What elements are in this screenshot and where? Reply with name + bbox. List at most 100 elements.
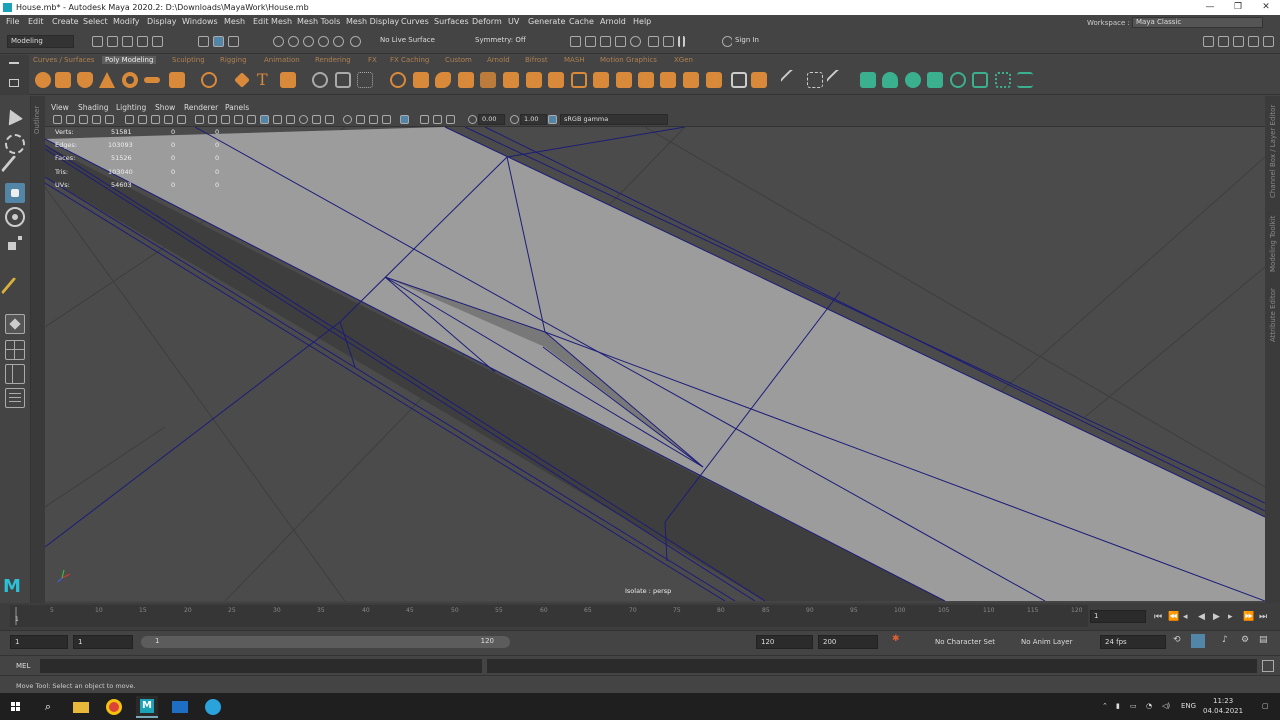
shelf-tab-arnold[interactable]: Arnold [487, 56, 510, 64]
modeling-toolkit-tab[interactable]: Modeling Toolkit [1269, 216, 1277, 272]
uv-sew-icon[interactable] [1017, 72, 1033, 88]
shelf-tabs-icon[interactable] [9, 79, 19, 87]
hud-toggle-icon[interactable] [433, 115, 442, 124]
bevel-icon[interactable] [548, 72, 564, 88]
panel-menu-panels[interactable]: Panels [225, 103, 249, 112]
tray-time[interactable]: 11:23 [1213, 697, 1233, 705]
panel-menu-lighting[interactable]: Lighting [116, 103, 146, 112]
exposure-field[interactable]: 0.00 [478, 114, 505, 125]
shelf-tab-rigging[interactable]: Rigging [220, 56, 247, 64]
undo-icon[interactable] [137, 36, 148, 47]
tray-language[interactable]: ENG [1181, 702, 1196, 710]
platonic-solid-icon[interactable] [201, 72, 217, 88]
current-frame-field[interactable]: 1 [1090, 610, 1146, 623]
pause-icon[interactable] [678, 36, 685, 47]
attribute-editor-tab[interactable]: Attribute Editor [1269, 288, 1277, 342]
view-transform-dropdown[interactable]: sRGB gamma [560, 114, 668, 125]
field-chart-icon[interactable] [177, 115, 186, 124]
menu-file[interactable]: File [6, 17, 19, 26]
shelf-tab-animation[interactable]: Animation [264, 56, 300, 64]
depth-of-field-icon[interactable] [343, 115, 352, 124]
xray-joints-icon[interactable] [400, 115, 409, 124]
film-gate-icon[interactable] [138, 115, 147, 124]
render-frame-icon[interactable] [585, 36, 596, 47]
shadows-icon[interactable] [286, 115, 295, 124]
save-scene-icon[interactable] [122, 36, 133, 47]
make-hole-icon[interactable] [616, 72, 632, 88]
separate-icon[interactable] [413, 72, 429, 88]
menu-modify[interactable]: Modify [113, 17, 140, 26]
notification-center-icon[interactable]: ▢ [1262, 702, 1269, 710]
last-tool-icon[interactable] [0, 276, 30, 306]
minimize-button[interactable]: — [1196, 0, 1224, 15]
menu-deform[interactable]: Deform [472, 17, 502, 26]
poly-cube-icon[interactable] [55, 72, 71, 88]
panel-menu-renderer[interactable]: Renderer [184, 103, 218, 112]
uv-cylindrical-icon[interactable] [882, 72, 898, 88]
tray-show-hidden-icon[interactable]: ⌃ [1102, 702, 1108, 710]
backface-culling-icon[interactable] [420, 115, 429, 124]
play-backwards-button[interactable]: ◀ [1198, 612, 1205, 622]
uv-planar-icon[interactable] [860, 72, 876, 88]
mel-label[interactable]: MEL [16, 662, 30, 670]
viewport-2-icon[interactable] [446, 115, 455, 124]
play-forwards-button[interactable]: ▶ [1213, 612, 1220, 622]
channel-box-tab[interactable]: Channel Box / Layer Editor [1269, 105, 1277, 198]
go-to-end-button[interactable]: ⏭ [1259, 612, 1267, 622]
telegram-icon[interactable] [202, 696, 224, 718]
shelf-options[interactable] [0, 55, 29, 95]
new-scene-icon[interactable] [92, 36, 103, 47]
menu-windows[interactable]: Windows [182, 17, 218, 26]
panel-menu-show[interactable]: Show [155, 103, 175, 112]
uv-layout-icon[interactable] [972, 72, 988, 88]
menu-curves[interactable]: Curves [401, 17, 429, 26]
perspective-viewport[interactable] [45, 127, 1265, 601]
use-all-lights-icon[interactable] [273, 115, 282, 124]
menu-edit[interactable]: Edit [28, 17, 44, 26]
menu-select[interactable]: Select [83, 17, 108, 26]
select-tool-icon[interactable] [2, 106, 24, 126]
combine-icon[interactable] [390, 72, 406, 88]
motion-blur-icon[interactable] [312, 115, 321, 124]
select-object-icon[interactable] [213, 36, 224, 47]
shelf-tab-poly-modeling[interactable]: Poly Modeling [102, 56, 157, 64]
poly-torus-icon[interactable] [122, 72, 138, 88]
animation-preferences-icon[interactable]: ⚙ [1241, 635, 1249, 645]
grid-toggle-icon[interactable] [125, 115, 134, 124]
tray-date[interactable]: 04.04.2021 [1203, 707, 1243, 715]
anim-layer-dropdown[interactable]: No Anim Layer [1021, 638, 1072, 646]
bookmarks-icon[interactable] [66, 115, 75, 124]
grease-pencil-icon[interactable] [105, 115, 114, 124]
xray-icon[interactable] [369, 115, 378, 124]
isolate-select-icon[interactable] [356, 115, 365, 124]
uv-editor-icon[interactable] [357, 72, 373, 88]
render-settings-icon[interactable] [615, 36, 626, 47]
search-icon[interactable]: ⌕ [37, 696, 59, 718]
toggle-channel-box-icon[interactable] [1248, 36, 1259, 47]
resolution-gate-icon[interactable] [151, 115, 160, 124]
open-scene-icon[interactable] [107, 36, 118, 47]
playback-start-field[interactable]: 1 [73, 635, 133, 649]
circularize-icon[interactable] [751, 72, 767, 88]
animation-start-field[interactable]: 1 [10, 635, 68, 649]
character-set-dropdown[interactable]: No Character Set [935, 638, 995, 646]
2d-pan-zoom-icon[interactable] [92, 115, 101, 124]
arnold-render-view-icon[interactable] [648, 36, 659, 47]
playback-preferences-icon[interactable]: ▤ [1259, 635, 1268, 645]
menu-arnold[interactable]: Arnold [600, 17, 626, 26]
safe-title-icon[interactable] [208, 115, 217, 124]
collapse-icon[interactable] [660, 72, 676, 88]
menu-mesh-tools[interactable]: Mesh Tools [297, 17, 340, 26]
gamma-field[interactable]: 1.00 [520, 114, 547, 125]
script-editor-icon[interactable] [1262, 660, 1274, 672]
uv-spherical-icon[interactable] [905, 72, 921, 88]
snap-point-icon[interactable] [303, 36, 314, 47]
shelf-tab-rendering[interactable]: Rendering [315, 56, 351, 64]
wedge-icon[interactable] [706, 72, 722, 88]
shelf-tab-xgen[interactable]: XGen [674, 56, 693, 64]
poke-icon[interactable] [683, 72, 699, 88]
menu-edit-mesh[interactable]: Edit Mesh [253, 17, 292, 26]
step-forward-key-button[interactable]: ▸ [1228, 612, 1233, 622]
shelf-tab-mash[interactable]: MASH [564, 56, 585, 64]
sign-in-dropdown[interactable]: Sign In [732, 35, 800, 48]
